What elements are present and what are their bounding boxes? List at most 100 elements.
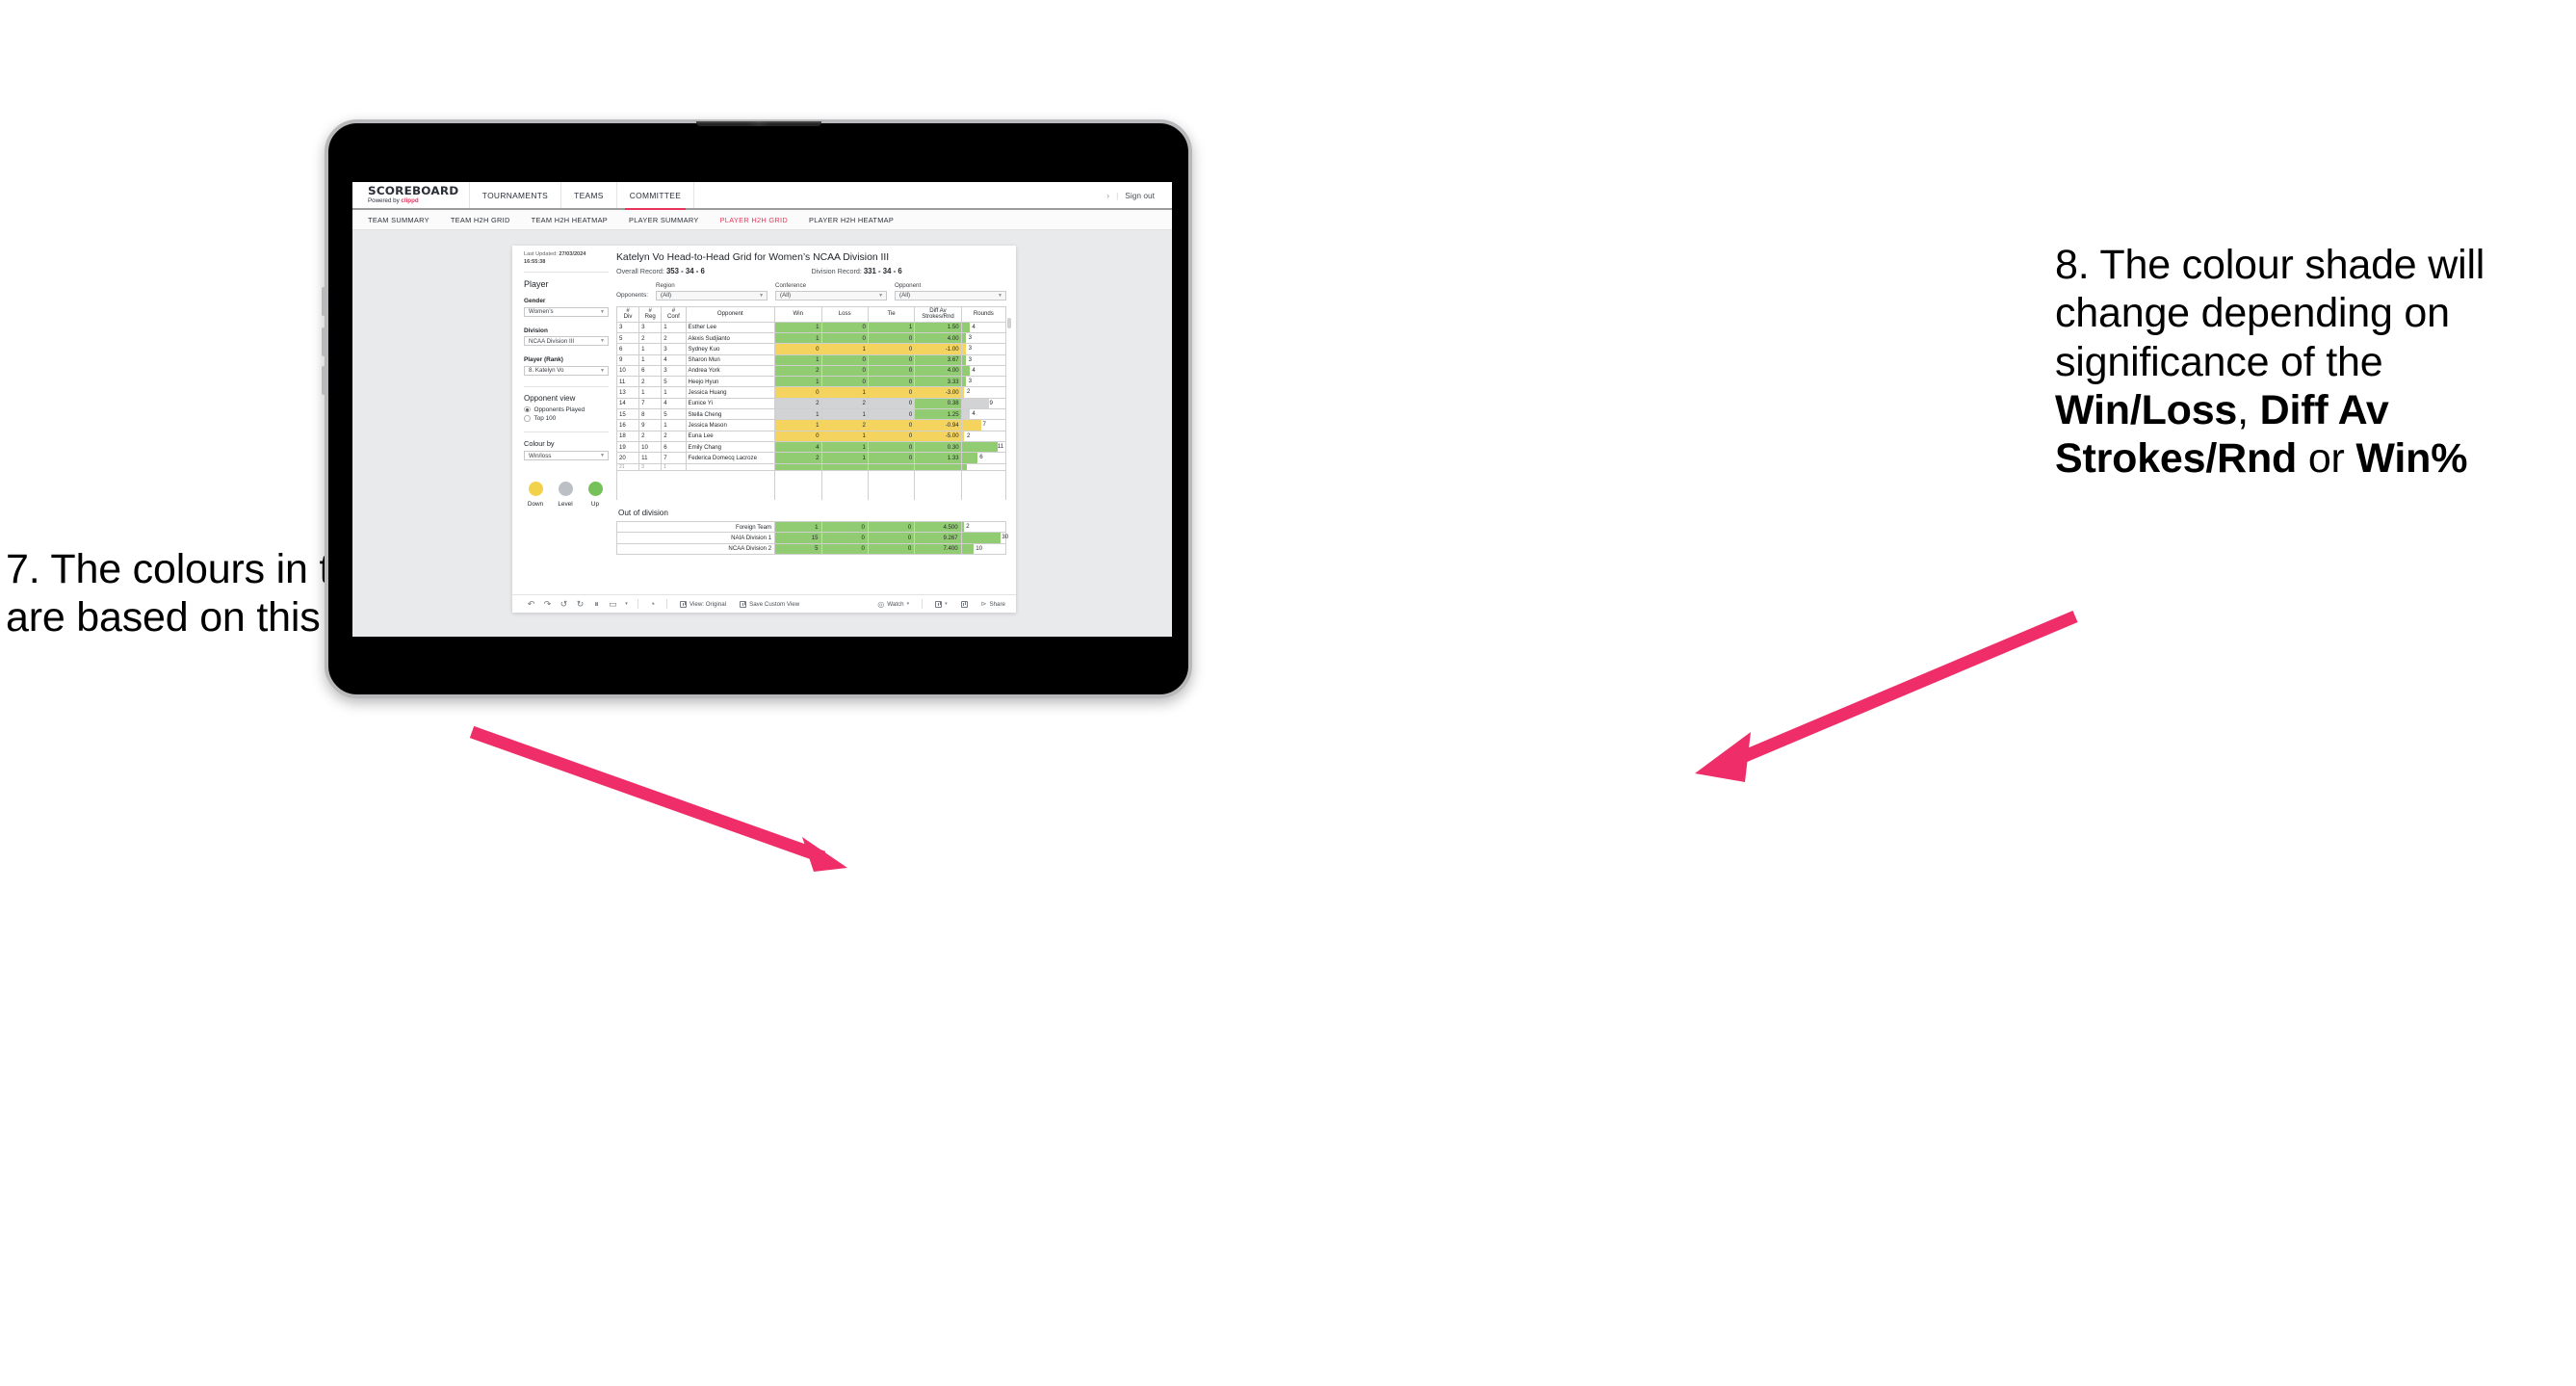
- brand-logo[interactable]: SCOREBOARD Powered by clippd: [352, 182, 470, 208]
- blank-cell: [615, 489, 639, 500]
- cell-loss: 1: [820, 386, 869, 399]
- cell-conf: 1: [661, 419, 687, 431]
- filter-region-select[interactable]: (All) ▼: [656, 291, 768, 301]
- table-row[interactable]: 18 2 2 Euna Lee 0 1 0 -5.00 2: [615, 430, 1007, 442]
- col-loss[interactable]: Loss: [820, 305, 869, 323]
- col-div[interactable]: # Div: [615, 305, 640, 323]
- table-row[interactable]: 15 8 5 Stella Cheng 1 1 0 1.25 4: [615, 408, 1007, 421]
- subnav-team-summary[interactable]: TEAM SUMMARY: [368, 216, 429, 224]
- redo-icon[interactable]: ↷: [539, 599, 556, 610]
- tablet-volume-up-button[interactable]: [322, 287, 325, 316]
- cell-div: 20: [615, 452, 640, 464]
- refresh-data-icon[interactable]: ↻: [572, 599, 588, 610]
- undo-icon[interactable]: ↶: [523, 599, 539, 610]
- vertical-scrollbar[interactable]: [1007, 317, 1011, 328]
- table-row-partial[interactable]: 21 3 1: [615, 462, 1007, 471]
- filter-opponent-select[interactable]: (All) ▼: [895, 291, 1006, 301]
- clock-icon[interactable]: ◔: [644, 599, 661, 609]
- nav-item-committee[interactable]: COMMITTEE: [617, 182, 695, 210]
- col-opponent[interactable]: Opponent: [685, 305, 776, 323]
- col-win[interactable]: Win: [774, 305, 822, 323]
- subnav-player-h2h-heatmap[interactable]: PLAYER H2H HEATMAP: [809, 216, 894, 224]
- cell-tie: 1: [867, 321, 916, 333]
- cell-loss: 0: [820, 520, 869, 534]
- workbook-panel: Last Updated: 27/03/2024 16:55:38 Player…: [512, 246, 1016, 613]
- cell-conf: 5: [661, 376, 687, 388]
- radio-icon-selected: [524, 405, 531, 413]
- subnav-team-h2h-heatmap[interactable]: TEAM H2H HEATMAP: [532, 216, 608, 224]
- gender-select[interactable]: Women’s ▼: [524, 306, 609, 317]
- view-icon: [680, 600, 687, 608]
- player-rank-select[interactable]: 8. Katelyn Vo ▼: [524, 365, 609, 376]
- overall-record-value: 353 - 34 - 6: [665, 267, 705, 275]
- table-row[interactable]: 14 7 4 Eunice Yi 2 2 0 0.38 9: [615, 397, 1007, 410]
- cell-conf: 4: [661, 353, 687, 366]
- blank-cell: [868, 489, 916, 500]
- subnav-player-h2h-grid[interactable]: PLAYER H2H GRID: [720, 216, 788, 224]
- col-tie[interactable]: Tie: [867, 305, 916, 323]
- table-row[interactable]: 16 9 1 Jessica Mason 1 2 0 -0.94 7: [615, 419, 1007, 431]
- table-row[interactable]: 9 1 4 Sharon Mun 1 0 0 3.67 3: [615, 353, 1007, 366]
- chevron-down-icon: ▾: [945, 601, 948, 607]
- save-custom-view-button[interactable]: Save Custom View: [733, 600, 806, 608]
- col-rounds[interactable]: Rounds: [960, 305, 1007, 323]
- chevron-right-icon[interactable]: ›: [1106, 191, 1109, 200]
- rounds-bar: [961, 463, 968, 470]
- sign-out-link[interactable]: Sign out: [1125, 191, 1155, 200]
- cell-win: 1: [774, 321, 822, 333]
- list-item[interactable]: NAIA Division 1 15 0 0 9.267 30: [615, 532, 1008, 544]
- list-item[interactable]: Foreign Team 1 0 0 4.500 2: [615, 520, 1007, 534]
- tablet-power-button[interactable]: [322, 366, 325, 395]
- table-row[interactable]: 10 6 3 Andrea York 2 0 0 4.00 4: [615, 364, 1007, 378]
- colour-by-select[interactable]: Win/loss ▼: [524, 451, 609, 461]
- cell-rounds: 2: [960, 430, 1007, 442]
- fullscreen-icon: [960, 600, 968, 608]
- cell-div: 19: [615, 440, 640, 454]
- radio-opponents-played[interactable]: Opponents Played: [524, 406, 609, 413]
- view-original-button[interactable]: View: Original: [673, 600, 733, 608]
- radio-top-100[interactable]: Top 100: [524, 415, 609, 422]
- table-row[interactable]: 6 1 3 Sydney Kuo 0 1 0 -1.00 3: [615, 343, 1007, 355]
- chevron-down-icon[interactable]: ▾: [621, 601, 632, 607]
- division-select[interactable]: NCAA Division III ▼: [524, 336, 609, 347]
- download-button[interactable]: ▾: [928, 600, 954, 608]
- table-row[interactable]: 13 1 1 Jessica Huang 0 1 0 -3.00 2: [615, 386, 1007, 399]
- records-row: Overall Record: 353 - 34 - 6 Division Re…: [616, 267, 1006, 275]
- cell-div: 18: [615, 430, 640, 442]
- filter-conference-select[interactable]: (All) ▼: [775, 291, 888, 301]
- nav-item-tournaments[interactable]: TOURNAMENTS: [470, 182, 562, 208]
- cell-loss: 0: [820, 364, 869, 378]
- subnav-team-h2h-grid[interactable]: TEAM H2H GRID: [451, 216, 510, 224]
- table-row[interactable]: 19 10 6 Emily Chang 4 1 0 0.30 11: [615, 440, 1007, 454]
- radio-icon: [524, 415, 531, 422]
- table-row[interactable]: 20 11 7 Federica Domecq Lacroze 2 1 0 1.33 6: [615, 452, 1007, 464]
- share-button[interactable]: ⊳ Share: [975, 600, 1016, 609]
- legend-label-up: Up: [590, 501, 600, 509]
- subnav-player-summary[interactable]: PLAYER SUMMARY: [629, 216, 699, 224]
- rounds-value: 4: [972, 323, 976, 330]
- pause-updates-icon[interactable]: ⏸: [588, 599, 605, 610]
- cell-rounds: 3: [960, 376, 1007, 388]
- cell-loss: [820, 462, 869, 471]
- cell-diff: 1.33: [914, 452, 962, 464]
- list-item[interactable]: NCAA Division 2 5 0 0 7.400 10: [615, 542, 1007, 555]
- table-row[interactable]: 11 2 5 Heejo Hyun 1 0 0 3.33 3: [615, 376, 1007, 388]
- cell-reg: 1: [638, 386, 663, 399]
- col-conf[interactable]: # Conf: [661, 305, 687, 323]
- table-row[interactable]: 5 2 2 Alexis Sudjianto 1 0 0 4.00 3: [615, 331, 1007, 345]
- watch-button[interactable]: ◎ Watch ▾: [871, 600, 916, 609]
- nav-item-teams[interactable]: TEAMS: [561, 182, 617, 208]
- revert-icon[interactable]: ↺: [556, 599, 572, 610]
- annotation-8: 8. The colour shade will change dependin…: [2055, 241, 2575, 483]
- col-reg[interactable]: # Reg: [638, 305, 663, 323]
- cell-div: 15: [615, 408, 640, 421]
- app-topbar: SCOREBOARD Powered by clippd TOURNAMENTS…: [352, 182, 1172, 210]
- col-diff-av-strokes[interactable]: Diff Av Strokes/Rnd: [914, 305, 962, 323]
- share-icon: ⊳: [980, 601, 987, 608]
- blank-cell: [821, 470, 869, 481]
- table-row[interactable]: 3 3 1 Esther Lee 1 0 1 1.50 4: [615, 321, 1007, 333]
- tablet-volume-down-button[interactable]: [322, 327, 325, 356]
- shape-icon[interactable]: ▭: [605, 599, 621, 610]
- cell-tie: 0: [867, 397, 916, 410]
- fullscreen-button[interactable]: [954, 600, 975, 608]
